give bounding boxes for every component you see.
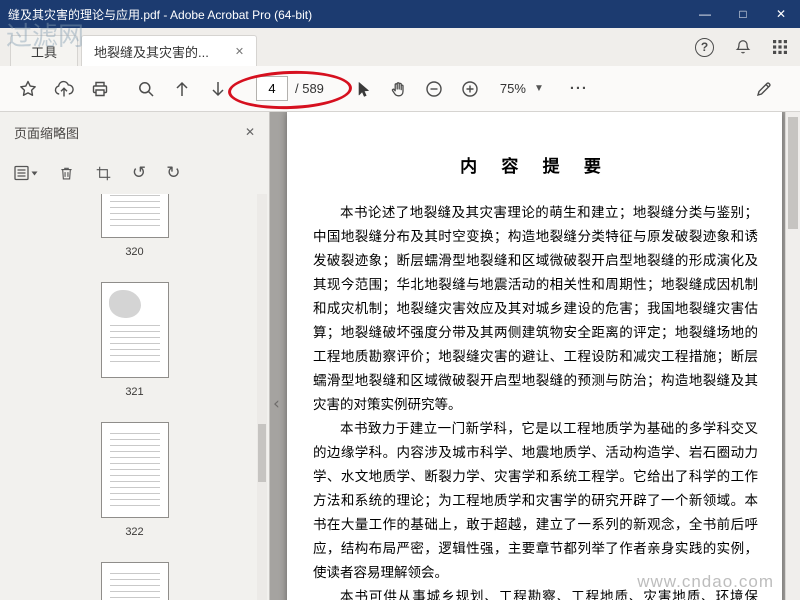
tab-bar: 过滤网 工具 地裂缝及其灾害的... ✕ ? — [0, 22, 800, 66]
fill-sign-pen-icon[interactable] — [746, 72, 782, 106]
tab-document[interactable]: 地裂缝及其灾害的... ✕ — [81, 35, 258, 66]
thumbnail-page-321[interactable] — [100, 282, 169, 378]
thumbnail-content — [109, 325, 160, 367]
rotate-left-icon[interactable]: ↺ — [132, 163, 146, 183]
tab-close-icon[interactable]: ✕ — [235, 45, 244, 58]
zoom-value: 75% — [499, 81, 526, 96]
doc-tab-label: 地裂缝及其灾害的... — [94, 44, 209, 60]
main-toolbar: / 589 75% ▼ ··· — [0, 66, 800, 112]
thumbnail-options-icon[interactable] — [14, 165, 38, 181]
bell-icon[interactable] — [734, 38, 752, 56]
help-icon[interactable]: ? — [695, 37, 714, 57]
thumbnail-item[interactable] — [100, 562, 169, 600]
thumbnail-page-320[interactable] — [100, 194, 169, 238]
content-area: 页面缩略图 ✕ ↺ ↻ 320 321 322 ‹ 内 容 提 要 本书论述了地… — [0, 112, 800, 600]
thumbnail-item[interactable]: 322 — [100, 422, 169, 538]
maximize-button[interactable]: □ — [724, 0, 762, 28]
hand-tool-icon[interactable] — [380, 72, 416, 106]
next-page-icon[interactable] — [200, 72, 236, 106]
more-tools-icon[interactable]: ··· — [570, 80, 588, 97]
panel-close-icon[interactable]: ✕ — [245, 125, 255, 139]
thumbnail-content — [109, 573, 160, 600]
zoom-in-icon[interactable] — [452, 72, 488, 106]
page-body: 本书论述了地裂缝及其灾害理论的萌生和建立；地裂缝分类与鉴别；中国地裂缝分布及其时… — [313, 201, 758, 600]
thumbnail-page-number: 320 — [125, 246, 144, 258]
minimize-button[interactable]: — — [686, 0, 724, 28]
page-number-group: / 589 — [227, 68, 353, 112]
star-favorites-icon[interactable] — [10, 72, 46, 106]
title-bar: 缝及其灾害的理论与应用.pdf - Adobe Acrobat Pro (64-… — [0, 0, 800, 28]
search-icon[interactable] — [128, 72, 164, 106]
cloud-share-icon[interactable] — [46, 72, 82, 106]
thumbnails-panel: 页面缩略图 ✕ ↺ ↻ 320 321 322 — [0, 112, 270, 600]
document-scrollbar[interactable] — [785, 112, 800, 600]
chevron-down-icon: ▼ — [533, 83, 544, 94]
thumbnail-page-322[interactable] — [100, 422, 169, 518]
crop-pages-icon[interactable] — [95, 165, 112, 182]
acrobat-window: 缝及其灾害的理论与应用.pdf - Adobe Acrobat Pro (64-… — [0, 0, 800, 600]
tab-tools[interactable]: 工具 — [10, 35, 79, 66]
thumbnails-toolbar: ↺ ↻ — [0, 152, 269, 194]
thumbnail-page-number: 321 — [125, 386, 144, 398]
window-title: 缝及其灾害的理论与应用.pdf - Adobe Acrobat Pro (64-… — [8, 7, 313, 22]
thumbnail-item[interactable]: 321 — [100, 282, 169, 398]
close-button[interactable]: ✕ — [762, 0, 800, 28]
delete-pages-icon[interactable] — [58, 164, 75, 182]
thumbnails-panel-header: 页面缩略图 ✕ — [0, 112, 269, 152]
panel-collapse-icon[interactable]: ‹ — [273, 394, 280, 414]
thumbnails-scrollbar[interactable] — [257, 194, 267, 600]
thumbnail-item[interactable]: 320 — [100, 194, 169, 258]
thumbnail-content — [109, 194, 160, 227]
watermark-bottom-right: www.cndao.com — [637, 572, 774, 591]
page-heading: 内 容 提 要 — [460, 157, 611, 176]
thumbnail-list: 320 321 322 — [0, 194, 269, 600]
pdf-page: 内 容 提 要 本书论述了地裂缝及其灾害理论的萌生和建立；地裂缝分类与鉴别；中国… — [287, 112, 782, 600]
document-view: ‹ 内 容 提 要 本书论述了地裂缝及其灾害理论的萌生和建立；地裂缝分类与鉴别；… — [270, 112, 800, 600]
page-number-input[interactable] — [256, 76, 288, 101]
paragraph: 本书论述了地裂缝及其灾害理论的萌生和建立；地裂缝分类与鉴别；中国地裂缝分布及其时… — [313, 205, 758, 413]
thumbnails-scrollbar-thumb[interactable] — [258, 424, 266, 482]
previous-page-icon[interactable] — [164, 72, 200, 106]
app-grid-icon[interactable] — [772, 39, 788, 55]
zoom-out-icon[interactable] — [416, 72, 452, 106]
red-circle-annotation — [227, 68, 353, 112]
thumbnail-content — [109, 433, 160, 507]
document-scrollbar-thumb[interactable] — [788, 117, 798, 229]
tabbar-right-icons: ? — [695, 28, 788, 66]
thumbnail-page-partial[interactable] — [100, 562, 169, 600]
rotate-right-icon[interactable]: ↻ — [166, 163, 180, 183]
thumbnail-map-figure — [108, 290, 141, 318]
zoom-level-dropdown[interactable]: 75% ▼ — [500, 81, 544, 96]
select-tool-icon[interactable] — [344, 72, 380, 106]
paragraph: 本书致力于建立一门新学科，它是以工程地质学为基础的多学科交叉的边缘学科。内容涉及… — [313, 421, 758, 581]
thumbnail-page-number: 322 — [125, 526, 144, 538]
window-controls: — □ ✕ — [686, 0, 800, 28]
thumbnails-panel-title: 页面缩略图 — [14, 125, 80, 141]
page-total-label: / 589 — [295, 81, 324, 96]
print-icon[interactable] — [82, 72, 118, 106]
